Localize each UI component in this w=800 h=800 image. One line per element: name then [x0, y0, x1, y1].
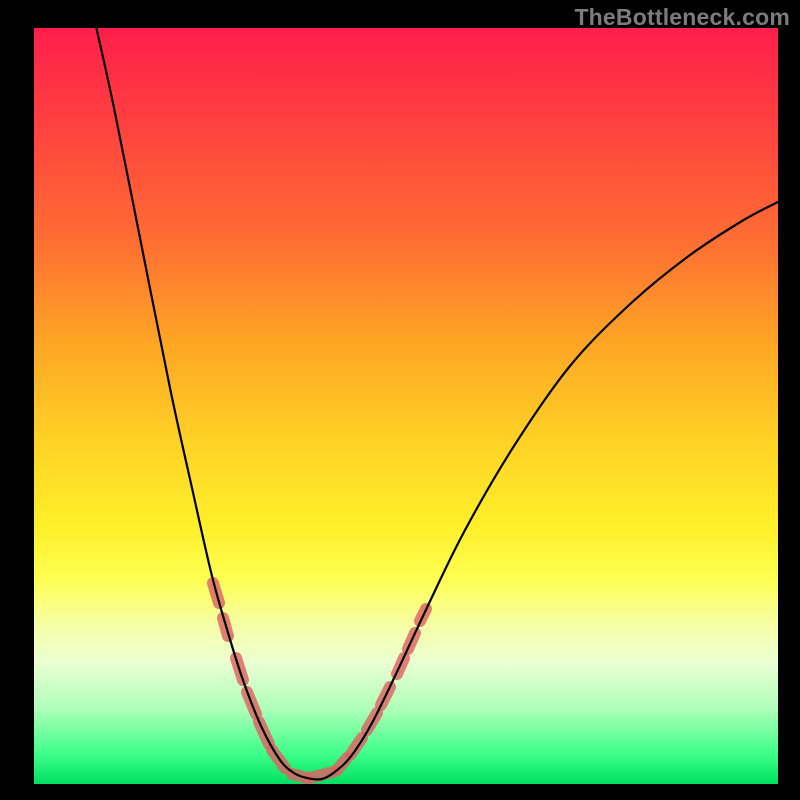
highlight-right-branch	[337, 609, 426, 770]
chart-svg	[34, 28, 778, 784]
watermark-text: TheBottleneck.com	[574, 4, 790, 31]
chart-plot-area	[34, 28, 778, 784]
bottleneck-curve	[95, 28, 778, 780]
highlight-left-branch	[213, 583, 285, 768]
